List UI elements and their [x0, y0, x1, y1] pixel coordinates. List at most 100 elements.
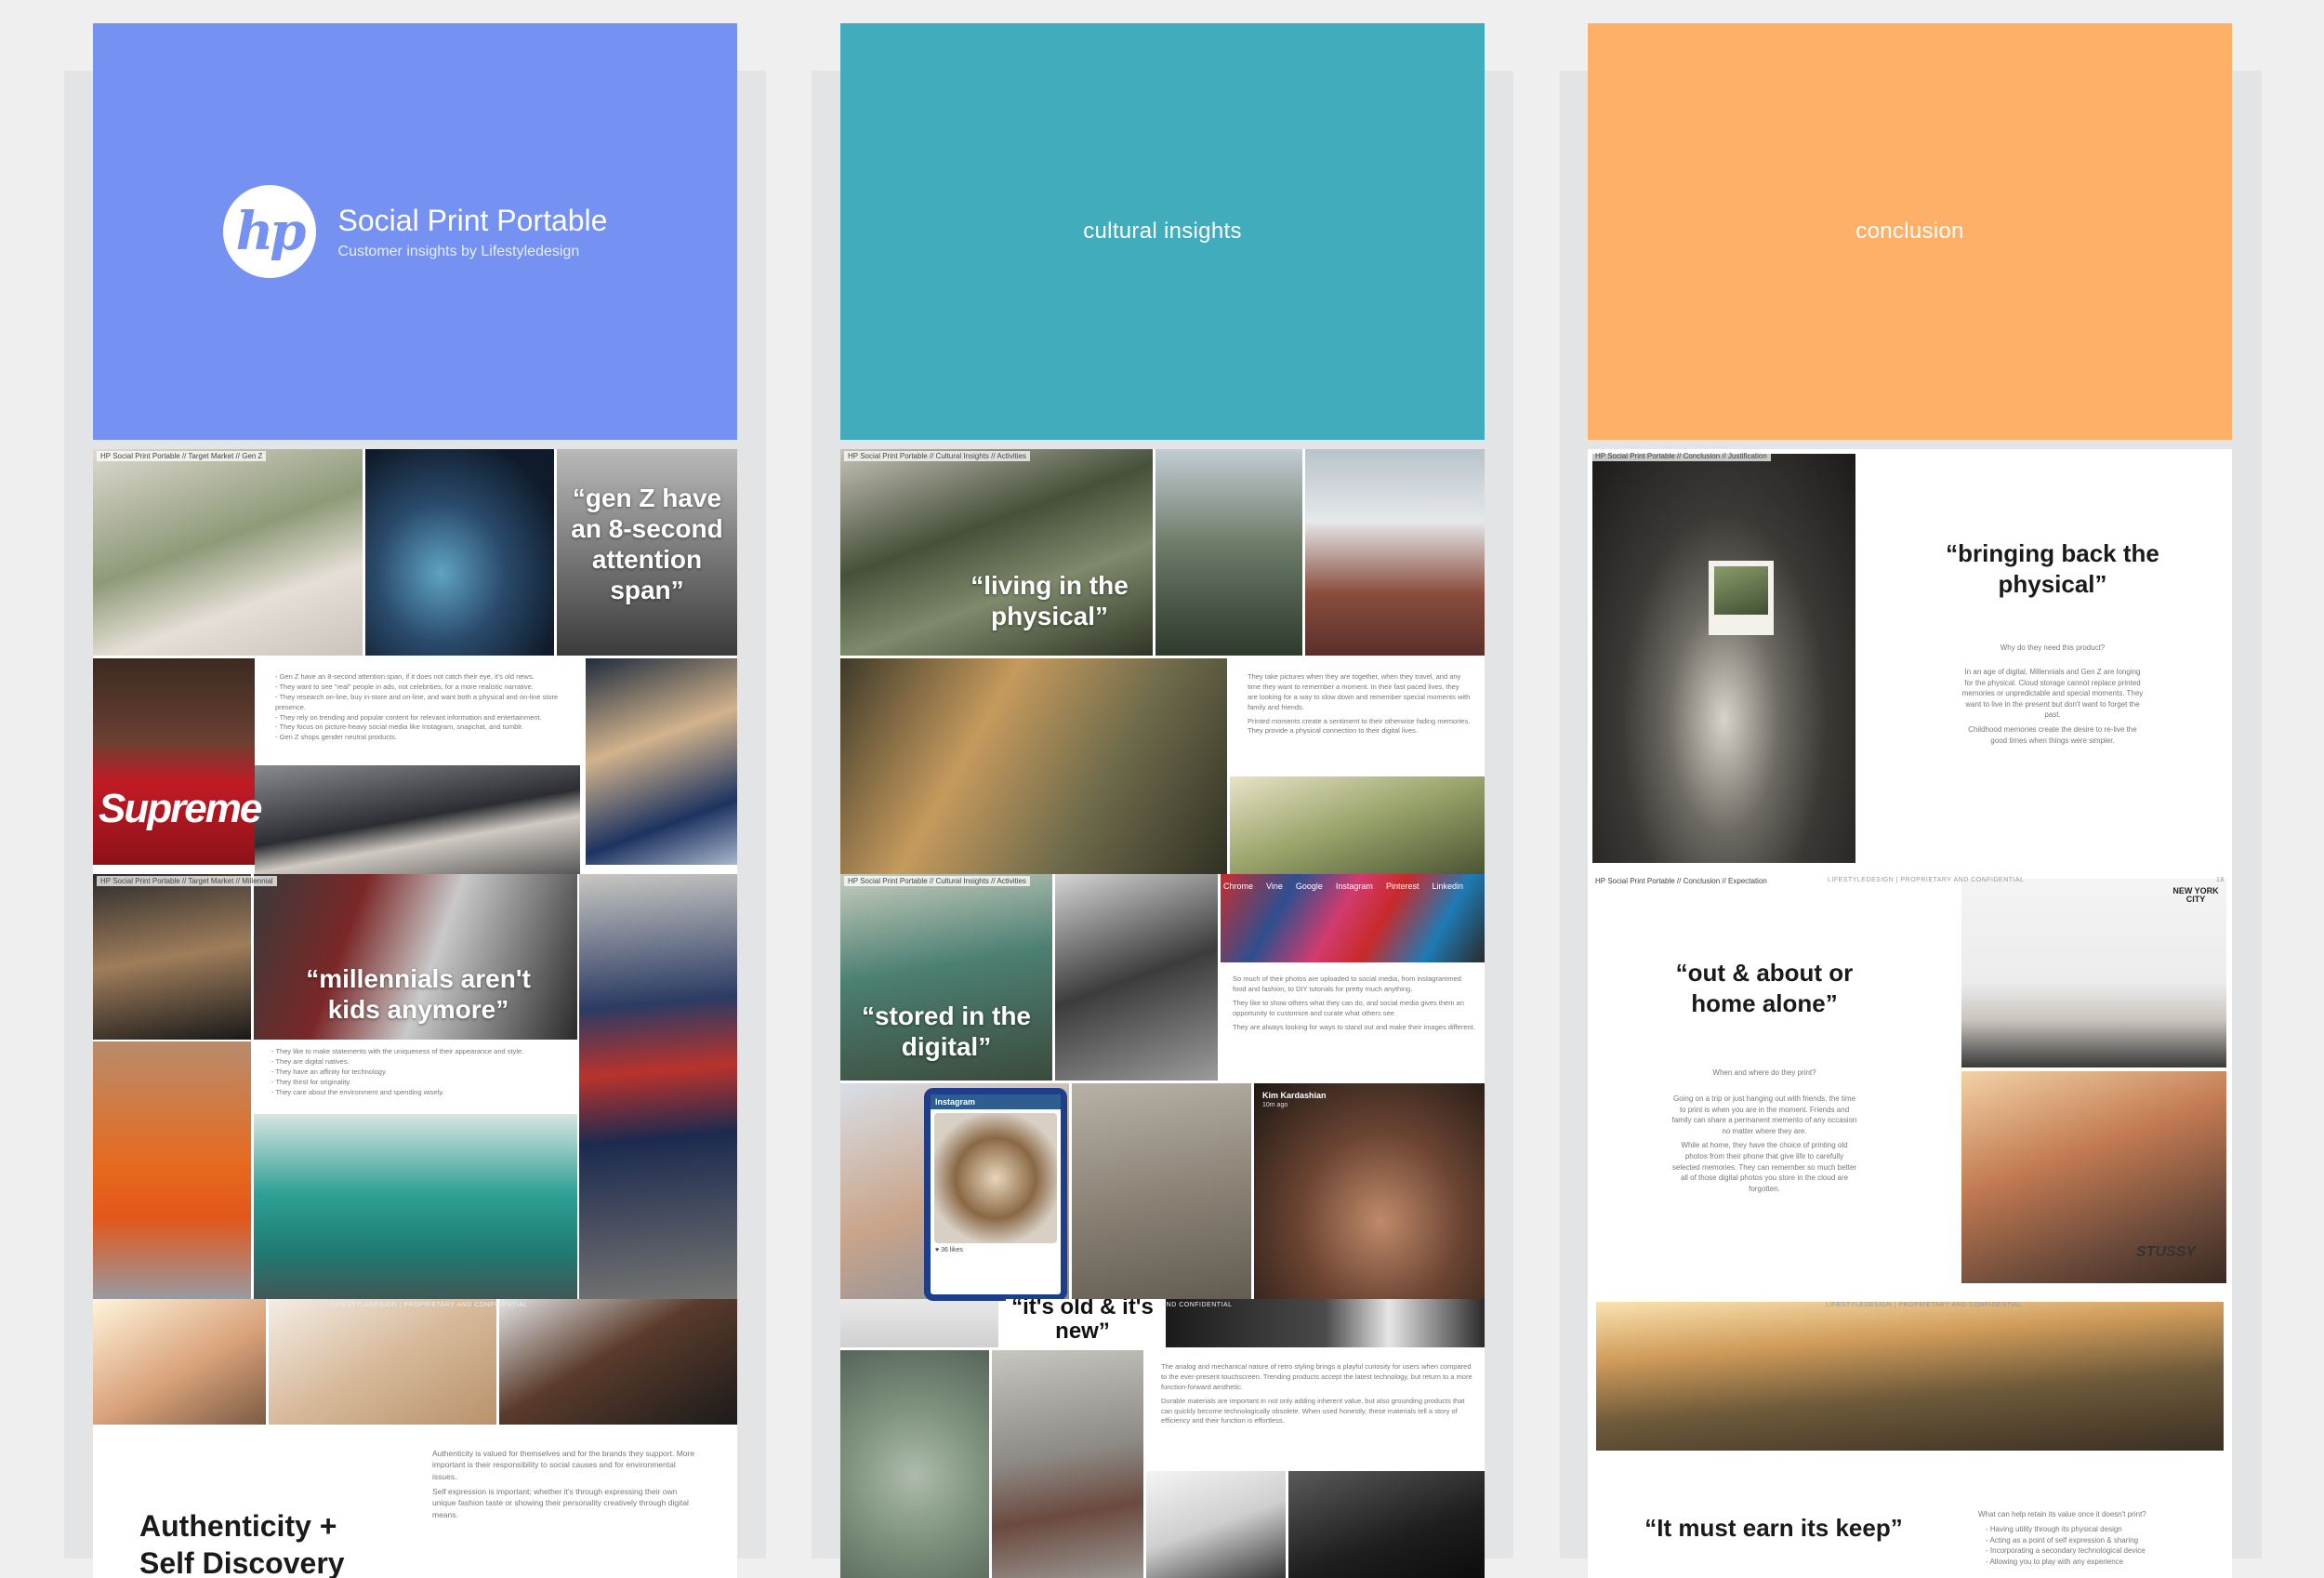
- app-label: Chrome: [1223, 882, 1254, 891]
- supreme-logo-text: Supreme: [99, 786, 262, 831]
- cover-title: cultural insights: [1083, 219, 1242, 244]
- bullet-item: They have an affinity for technology.: [271, 1067, 569, 1078]
- slide-header: HP Social Print Portable // Cultural Ins…: [844, 876, 1030, 886]
- slide-stored-digital[interactable]: HP Social Print Portable // Cultural Ins…: [840, 874, 1485, 1313]
- phone-screen: Instagram ♥ 36 likes: [924, 1088, 1067, 1301]
- slide-quote: “it's old & it's new”: [1006, 1299, 1159, 1346]
- slide-quote: “living in the physical”: [971, 571, 1129, 631]
- photo-street-crowd: [93, 874, 251, 1040]
- slide-question: Why do they need this product?: [2000, 643, 2106, 652]
- slide-paragraphs: They take pictures when they are togethe…: [1248, 672, 1471, 740]
- cover-title: conclusion: [1855, 219, 1964, 244]
- app-label: Instagram: [1335, 882, 1373, 891]
- photo-instant-camera: [1592, 454, 1855, 863]
- photo-van-window: [1305, 449, 1485, 656]
- photo-friends-hug: [499, 1299, 737, 1425]
- slide-quote: “millennials aren't kids anymore”: [306, 964, 531, 1025]
- photo-skateboards: [365, 449, 554, 656]
- paragraph: The analog and mechanical nature of retr…: [1161, 1362, 1472, 1391]
- photo-supreme-gloves: [93, 658, 255, 865]
- paragraph: So much of their photos are uploaded to …: [1233, 975, 1461, 993]
- slide-paragraphs: So much of their photos are uploaded to …: [1233, 975, 1476, 1036]
- slide-footer: LIFESTYLEDESIGN | PROPRIETARY AND CONFID…: [1826, 1302, 2023, 1308]
- slide-out-about[interactable]: HP Social Print Portable // Conclusion /…: [1588, 874, 2232, 1313]
- photo-forest-group: [1230, 776, 1485, 888]
- slide-paragraphs: In an age of digital, Millennials and Ge…: [1960, 667, 2146, 749]
- paragraph: Authenticity is valued for themselves an…: [432, 1449, 695, 1481]
- instant-photo-print: [1709, 561, 1774, 635]
- paragraph: Printed moments create a sentiment to th…: [1248, 716, 1471, 736]
- cover-titles: Social Print Portable Customer insights …: [338, 204, 608, 260]
- bullet-item: They research on-line, buy in-store and …: [275, 693, 568, 713]
- paragraph: They are always looking for ways to stan…: [1233, 1022, 1475, 1031]
- photo-green-speaker: [840, 1350, 989, 1578]
- column-intro: hp Social Print Portable Customer insigh…: [93, 23, 737, 1578]
- photo-runners: [1155, 449, 1302, 656]
- slide-bullets: Gen Z have an 8-second attention span, i…: [275, 672, 568, 743]
- photo-fence-group: [255, 765, 580, 888]
- slide-header: HP Social Print Portable // Cultural Ins…: [844, 451, 1030, 461]
- photo-leather-bag: [992, 1350, 1143, 1578]
- page-number: 18: [2216, 877, 2225, 883]
- photo-denim-girl: [586, 658, 737, 865]
- cover-slide-intro[interactable]: hp Social Print Portable Customer insigh…: [93, 23, 737, 440]
- photo-teal-van: [254, 1114, 577, 1313]
- paragraph: Self expression is important; whether it…: [432, 1486, 689, 1519]
- bullet-item: They like to make statements with the un…: [271, 1047, 569, 1057]
- slide-header: HP Social Print Portable // Conclusion /…: [1591, 451, 1771, 461]
- slide-paragraphs: The analog and mechanical nature of retr…: [1161, 1362, 1472, 1430]
- slide-bringing-back[interactable]: HP Social Print Portable // Conclusion /…: [1588, 449, 2232, 888]
- cover-slide-cultural[interactable]: cultural insights: [840, 23, 1485, 440]
- bullet-item: They want to see "real" people in ads, n…: [275, 683, 568, 693]
- app-label: Pinterest: [1385, 882, 1419, 891]
- bullet-item: Gen Z shops gender neutral products.: [275, 733, 568, 743]
- paragraph: Durable materials are important in not o…: [1161, 1396, 1465, 1426]
- paragraph: They like to show others what they can d…: [1233, 998, 1464, 1017]
- cover-slide-conclusion[interactable]: conclusion: [1588, 23, 2232, 440]
- bullet-item: They rely on trending and popular conten…: [275, 713, 568, 723]
- slide-header: HP Social Print Portable // Target Marke…: [97, 876, 277, 886]
- slide-quote: “out & about or home alone”: [1675, 959, 1854, 1017]
- app-label: Linkedin: [1432, 882, 1463, 891]
- slide-quote: “bringing back the physical”: [1946, 539, 2159, 598]
- paragraph: Childhood memories create the desire to …: [1968, 724, 2137, 745]
- slide-millennials[interactable]: HP Social Print Portable // Target Marke…: [93, 874, 737, 1313]
- slide-quote: “gen Z have an 8-second attention span”: [571, 484, 723, 605]
- slide-authenticity[interactable]: Authenticity + Self Discovery Authentici…: [93, 1299, 737, 1578]
- slide-bullets: They like to make statements with the un…: [271, 1047, 569, 1097]
- slide-header: HP Social Print Portable // Target Marke…: [97, 451, 267, 461]
- photo-blonde-girl: [269, 1299, 496, 1425]
- photo-home-desk: [1961, 879, 2226, 1067]
- slide-paragraphs: Authenticity is valued for themselves an…: [432, 1448, 697, 1524]
- slide-header: HP Social Print Portable // Conclusion /…: [1591, 876, 1771, 886]
- app-icon-labels: Chrome Vine Google Instagram Pinterest L…: [1223, 882, 1482, 891]
- instant-photo-image: [1714, 566, 1768, 615]
- slide-bullets: Having utility through its physical desi…: [1986, 1524, 2227, 1567]
- photo-girls-group: [93, 449, 363, 656]
- bullet-item: They focus on picture-heavy social media…: [275, 723, 568, 733]
- photo-camera-dials: [1288, 1471, 1485, 1578]
- bullet-item: Acting as a point of self expression & s…: [1986, 1535, 2227, 1546]
- slide-quote: “stored in the digital”: [861, 1001, 1031, 1062]
- story-time: 10m ago: [1262, 1102, 1288, 1108]
- cover-lockup: hp Social Print Portable Customer insigh…: [222, 185, 608, 278]
- story-name: Kim Kardashian: [1262, 1091, 1327, 1100]
- photo-porch-friends: [840, 658, 1227, 888]
- instagram-bar: Instagram: [931, 1094, 1061, 1109]
- column-cultural-insights: cultural insights HP Social Print Portab…: [840, 23, 1485, 1578]
- hp-logo-text: hp: [235, 201, 307, 262]
- bullet-item: They are digital natives.: [271, 1057, 569, 1067]
- paragraph: In an age of digital, Millennials and Ge…: [1961, 668, 2144, 720]
- phone-food-image: [934, 1113, 1057, 1243]
- slide-old-new[interactable]: LIFESTYLEDESIGN | PROPRIETARY AND CONFID…: [840, 1299, 1485, 1578]
- bullet-item: Having utility through its physical desi…: [1986, 1524, 2227, 1535]
- paragraph: They take pictures when they are togethe…: [1248, 672, 1471, 711]
- slide-gen-z[interactable]: HP Social Print Portable // Target Marke…: [93, 449, 737, 888]
- phone-likes: ♥ 36 likes: [935, 1247, 963, 1253]
- slide-question: When and where do they print?: [1712, 1068, 1816, 1077]
- paragraph: Going on a trip or just hanging out with…: [1671, 1094, 1857, 1135]
- slide-earn-keep[interactable]: “It must earn its keep” What can help re…: [1588, 1299, 2232, 1578]
- slide-living-physical[interactable]: HP Social Print Portable // Cultural Ins…: [840, 449, 1485, 888]
- bullet-item: Incorporating a secondary technological …: [1986, 1545, 2227, 1557]
- hp-logo: hp: [222, 185, 316, 278]
